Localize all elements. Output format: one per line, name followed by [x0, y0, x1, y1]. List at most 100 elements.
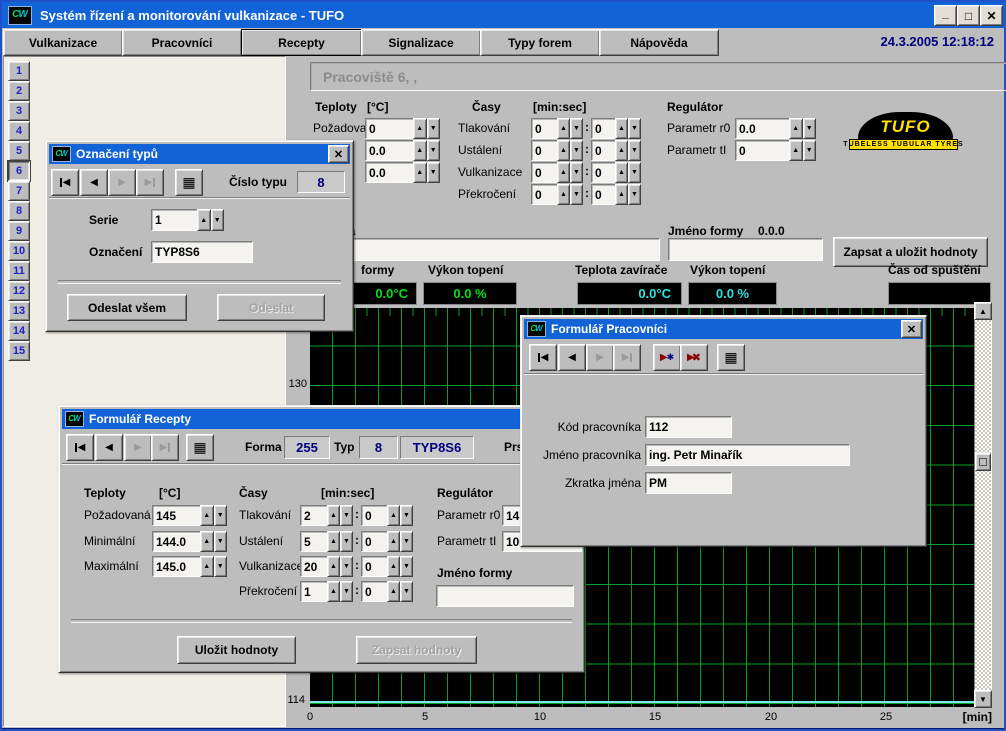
- insert-record-icon[interactable]: ▶✱: [653, 344, 681, 371]
- menu-item-signalizace[interactable]: Signalizace: [361, 29, 481, 56]
- recepty-tlakovani-sec-spinner[interactable]: [387, 505, 413, 526]
- regulator-row2-field[interactable]: 0: [735, 140, 792, 161]
- zkratka-jmena-field[interactable]: PM: [645, 472, 732, 494]
- nav-first-record-icon[interactable]: ◀: [529, 344, 557, 371]
- oznaceni-field[interactable]: TYP8S6: [151, 241, 253, 263]
- regulator-row2-spinner[interactable]: [789, 140, 816, 161]
- casy-row1-sec-spinner[interactable]: [615, 118, 641, 139]
- nav-first-record-icon[interactable]: ◀: [51, 169, 79, 196]
- sidebar-item-8[interactable]: 8: [8, 201, 30, 221]
- maximize-button[interactable]: □: [957, 5, 980, 26]
- sidebar-item-5[interactable]: 5: [8, 141, 30, 161]
- jmeno-pracovnika-field[interactable]: ing. Petr Minařík: [645, 444, 850, 466]
- regulator-row1-spinner[interactable]: [789, 118, 816, 139]
- x-tick-0: 0: [304, 711, 316, 723]
- nav-next-record-icon-disabled[interactable]: ▶: [108, 169, 136, 196]
- kod-pracovnika-field[interactable]: 112: [645, 416, 732, 438]
- serie-field[interactable]: 1: [151, 209, 200, 231]
- nav-last-record-icon-disabled[interactable]: ▶: [151, 434, 179, 461]
- menu-item-vulkanizace[interactable]: Vulkanizace: [3, 29, 123, 56]
- sidebar-item-9[interactable]: 9: [8, 221, 30, 241]
- recepty-minimalni-field[interactable]: 144.0: [152, 531, 203, 552]
- note-field[interactable]: [345, 238, 660, 261]
- recepty-ustaleni-sec-field[interactable]: 0: [361, 531, 390, 552]
- teploty-row2-field[interactable]: 0.0: [365, 140, 416, 161]
- recepty-vulkanizace-sec-spinner[interactable]: [387, 556, 413, 577]
- casy-row3-min-spinner[interactable]: [557, 162, 583, 183]
- scrollbar-thumb[interactable]: [975, 453, 991, 471]
- table-view-icon[interactable]: ▦: [186, 434, 214, 461]
- teploty-row3-field[interactable]: 0.0: [365, 162, 416, 183]
- table-view-icon[interactable]: ▦: [175, 169, 203, 196]
- nav-last-record-icon-disabled[interactable]: ▶: [613, 344, 641, 371]
- odeslat-button-disabled[interactable]: Odeslat: [217, 294, 325, 321]
- teploty-row1-field[interactable]: 0: [365, 118, 416, 139]
- recepty-ustaleni-sec-spinner[interactable]: [387, 531, 413, 552]
- sidebar-item-6-active[interactable]: 6: [8, 161, 30, 181]
- recepty-vulkanizace-min-spinner[interactable]: [327, 556, 353, 577]
- sidebar-item-14[interactable]: 14: [8, 321, 30, 341]
- teploty-row1-spinner[interactable]: [413, 118, 440, 139]
- sidebar-item-1[interactable]: 1: [8, 61, 30, 81]
- pracovnici-close-icon[interactable]: ✕: [901, 320, 922, 338]
- recepty-titlebar[interactable]: CW Formulář Recepty: [62, 409, 581, 429]
- sidebar-item-13[interactable]: 13: [8, 301, 30, 321]
- table-view-icon[interactable]: ▦: [717, 344, 745, 371]
- recepty-maximalni-spinner[interactable]: [200, 556, 227, 577]
- serie-spinner[interactable]: [197, 209, 224, 231]
- nav-prev-record-icon[interactable]: ◀: [558, 344, 586, 371]
- recepty-minimalni-spinner[interactable]: [200, 531, 227, 552]
- sidebar-item-2[interactable]: 2: [8, 81, 30, 101]
- nav-last-record-icon-disabled[interactable]: ▶: [136, 169, 164, 196]
- oznaceni-titlebar[interactable]: CW Označení typů ✕: [49, 144, 350, 164]
- sidebar-item-15[interactable]: 15: [8, 341, 30, 361]
- ulozit-hodnoty-button[interactable]: Uložit hodnoty: [177, 636, 296, 664]
- sidebar-item-3[interactable]: 3: [8, 101, 30, 121]
- scrollbar-up-arrow-icon[interactable]: ▲: [974, 302, 992, 320]
- oznaceni-close-icon[interactable]: ✕: [328, 145, 349, 163]
- delete-record-icon[interactable]: ▶✖: [680, 344, 708, 371]
- recepty-prekroceni-sec-field[interactable]: 0: [361, 581, 390, 602]
- nav-first-record-icon[interactable]: ◀: [66, 434, 94, 461]
- casy-row4-min-spinner[interactable]: [557, 184, 583, 205]
- chart-scrollbar[interactable]: [974, 302, 992, 706]
- recepty-tlakovani-min-spinner[interactable]: [327, 505, 353, 526]
- menu-item-pracovnici[interactable]: Pracovníci: [122, 29, 242, 56]
- recepty-pozadovana-field[interactable]: 145: [152, 505, 203, 526]
- nav-next-record-icon-disabled[interactable]: ▶: [586, 344, 614, 371]
- pracovnici-titlebar[interactable]: CW Formulář Pracovníci ✕: [524, 319, 923, 339]
- regulator-row1-field[interactable]: 0.0: [735, 118, 792, 139]
- jmeno-formy-field[interactable]: [668, 238, 823, 261]
- sidebar-item-11[interactable]: 11: [8, 261, 30, 281]
- close-button[interactable]: ✕: [980, 5, 1003, 26]
- teploty-row3-spinner[interactable]: [413, 162, 440, 183]
- casy-row2-sec-spinner[interactable]: [615, 140, 641, 161]
- odeslat-vsem-button[interactable]: Odeslat všem: [67, 294, 187, 321]
- casy-row3-sec-spinner[interactable]: [615, 162, 641, 183]
- minimize-button[interactable]: _: [934, 5, 957, 26]
- sidebar-item-7[interactable]: 7: [8, 181, 30, 201]
- sidebar-item-10[interactable]: 10: [8, 241, 30, 261]
- recepty-pozadovana-spinner[interactable]: [200, 505, 227, 526]
- recepty-tlakovani-sec-field[interactable]: 0: [361, 505, 390, 526]
- recepty-jmeno-formy-field[interactable]: [436, 585, 574, 607]
- menu-item-typy-forem[interactable]: Typy forem: [480, 29, 600, 56]
- nav-prev-record-icon[interactable]: ◀: [95, 434, 123, 461]
- nav-prev-record-icon[interactable]: ◀: [80, 169, 108, 196]
- recepty-prekroceni-sec-spinner[interactable]: [387, 581, 413, 602]
- sidebar-item-12[interactable]: 12: [8, 281, 30, 301]
- casy-row2-min-spinner[interactable]: [557, 140, 583, 161]
- teploty-row2-spinner[interactable]: [413, 140, 440, 161]
- recepty-ustaleni-min-spinner[interactable]: [327, 531, 353, 552]
- zapsat-hodnoty-button-disabled[interactable]: Zapsat hodnoty: [356, 636, 477, 664]
- casy-row4-sec-spinner[interactable]: [615, 184, 641, 205]
- scrollbar-down-arrow-icon[interactable]: ▼: [974, 690, 992, 708]
- recepty-prekroceni-min-spinner[interactable]: [327, 581, 353, 602]
- menu-item-recepty-active[interactable]: Recepty: [241, 29, 362, 56]
- sidebar-item-4[interactable]: 4: [8, 121, 30, 141]
- recepty-vulkanizace-sec-field[interactable]: 0: [361, 556, 390, 577]
- recepty-maximalni-field[interactable]: 145.0: [152, 556, 203, 577]
- menu-item-napoveda[interactable]: Nápověda: [599, 29, 719, 56]
- nav-next-record-icon-disabled[interactable]: ▶: [124, 434, 152, 461]
- casy-row1-min-spinner[interactable]: [557, 118, 583, 139]
